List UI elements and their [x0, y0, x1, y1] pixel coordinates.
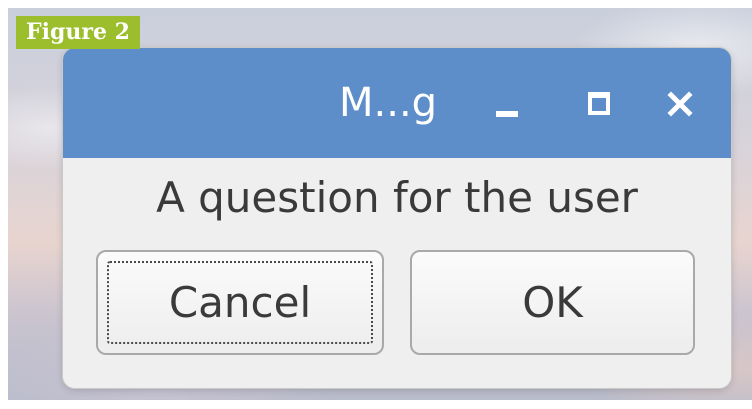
window-titlebar[interactable]: M...g [63, 48, 731, 159]
dialog-content: A question for the user Cancel OK [63, 158, 731, 388]
cancel-button-label: Cancel [168, 278, 312, 327]
cancel-button[interactable]: Cancel [96, 250, 384, 355]
figure-label: Figure 2 [16, 16, 140, 49]
dialog-message: A question for the user [156, 173, 638, 222]
minimize-icon [496, 111, 518, 117]
maximize-button[interactable] [580, 84, 620, 124]
desktop-background: Figure 2 M...g A question for the user C [8, 8, 752, 400]
close-button[interactable] [660, 84, 700, 124]
window-title: M...g [339, 80, 438, 126]
ok-button-label: OK [522, 278, 583, 327]
minimize-button[interactable] [488, 84, 528, 124]
maximize-icon [588, 92, 610, 115]
ok-button[interactable]: OK [410, 250, 695, 355]
message-dialog-window: M...g A question for the user Cancel OK [63, 48, 731, 388]
close-icon [667, 91, 693, 117]
